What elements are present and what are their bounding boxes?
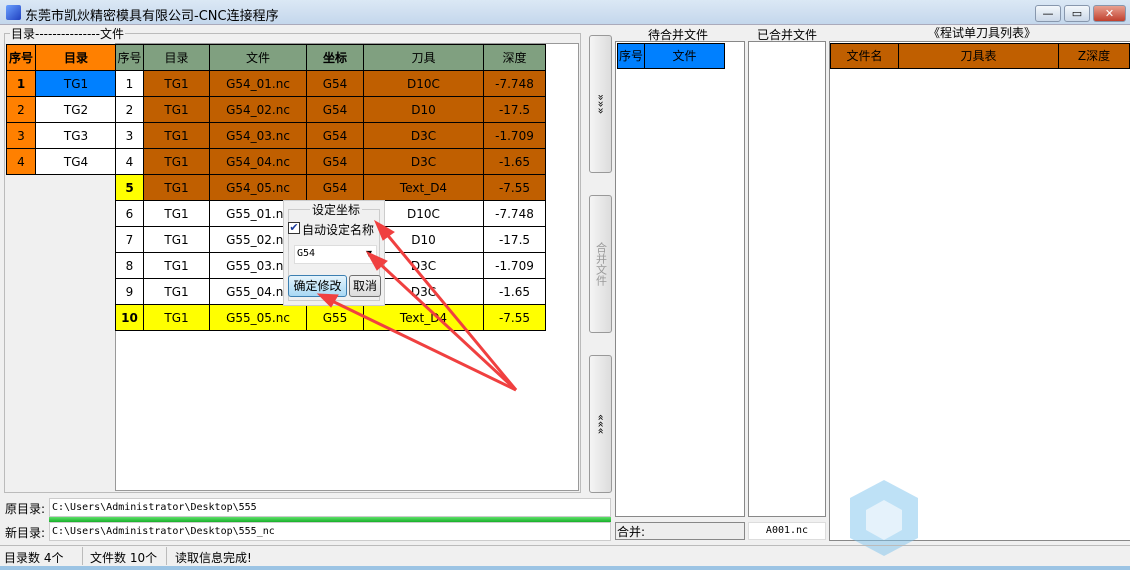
tools-list[interactable] <box>829 41 1130 541</box>
tools-header-tools: 刀具表 <box>898 43 1059 69</box>
tools-title: 《程试单刀具列表》 <box>928 26 1037 40</box>
arrow-to-confirm <box>329 298 517 392</box>
target-dir-input[interactable]: C:\Users\Administrator\Desktop\555_nc <box>49 522 611 541</box>
merge-label: 合并: <box>615 522 745 540</box>
merged-filename-input[interactable]: A001.nc <box>748 522 826 540</box>
merged-list[interactable] <box>748 41 826 517</box>
double-chevron-right-icon: »»» <box>594 93 608 115</box>
double-chevron-left-icon: ««« <box>594 413 608 435</box>
arrow-to-checkbox <box>383 231 518 391</box>
pending-list[interactable] <box>615 41 745 517</box>
source-dir-input[interactable]: C:\Users\Administrator\Desktop\555 <box>49 498 611 517</box>
status-bar <box>0 545 1130 566</box>
status-dir-count: 目录数 4个 <box>4 551 64 565</box>
tools-header-filename: 文件名 <box>830 43 899 69</box>
status-message: 读取信息完成! <box>175 551 252 565</box>
tools-header-zdepth: Z深度 <box>1058 43 1130 69</box>
remove-from-merge-button[interactable]: ««« <box>589 355 612 493</box>
source-dir-label: 原目录: <box>5 502 46 516</box>
add-to-merge-button[interactable]: »»» <box>589 35 612 173</box>
target-dir-label: 新目录: <box>5 526 46 540</box>
status-file-count: 文件数 10个 <box>90 551 158 565</box>
arrow-to-combo <box>376 260 518 392</box>
merge-files-button[interactable]: 合并文件 <box>589 195 612 333</box>
pending-header-file: 文件 <box>644 43 725 69</box>
merge-label: 合并文件 <box>594 242 608 286</box>
pending-header-seq: 序号 <box>617 43 645 69</box>
arrowhead <box>316 293 339 308</box>
